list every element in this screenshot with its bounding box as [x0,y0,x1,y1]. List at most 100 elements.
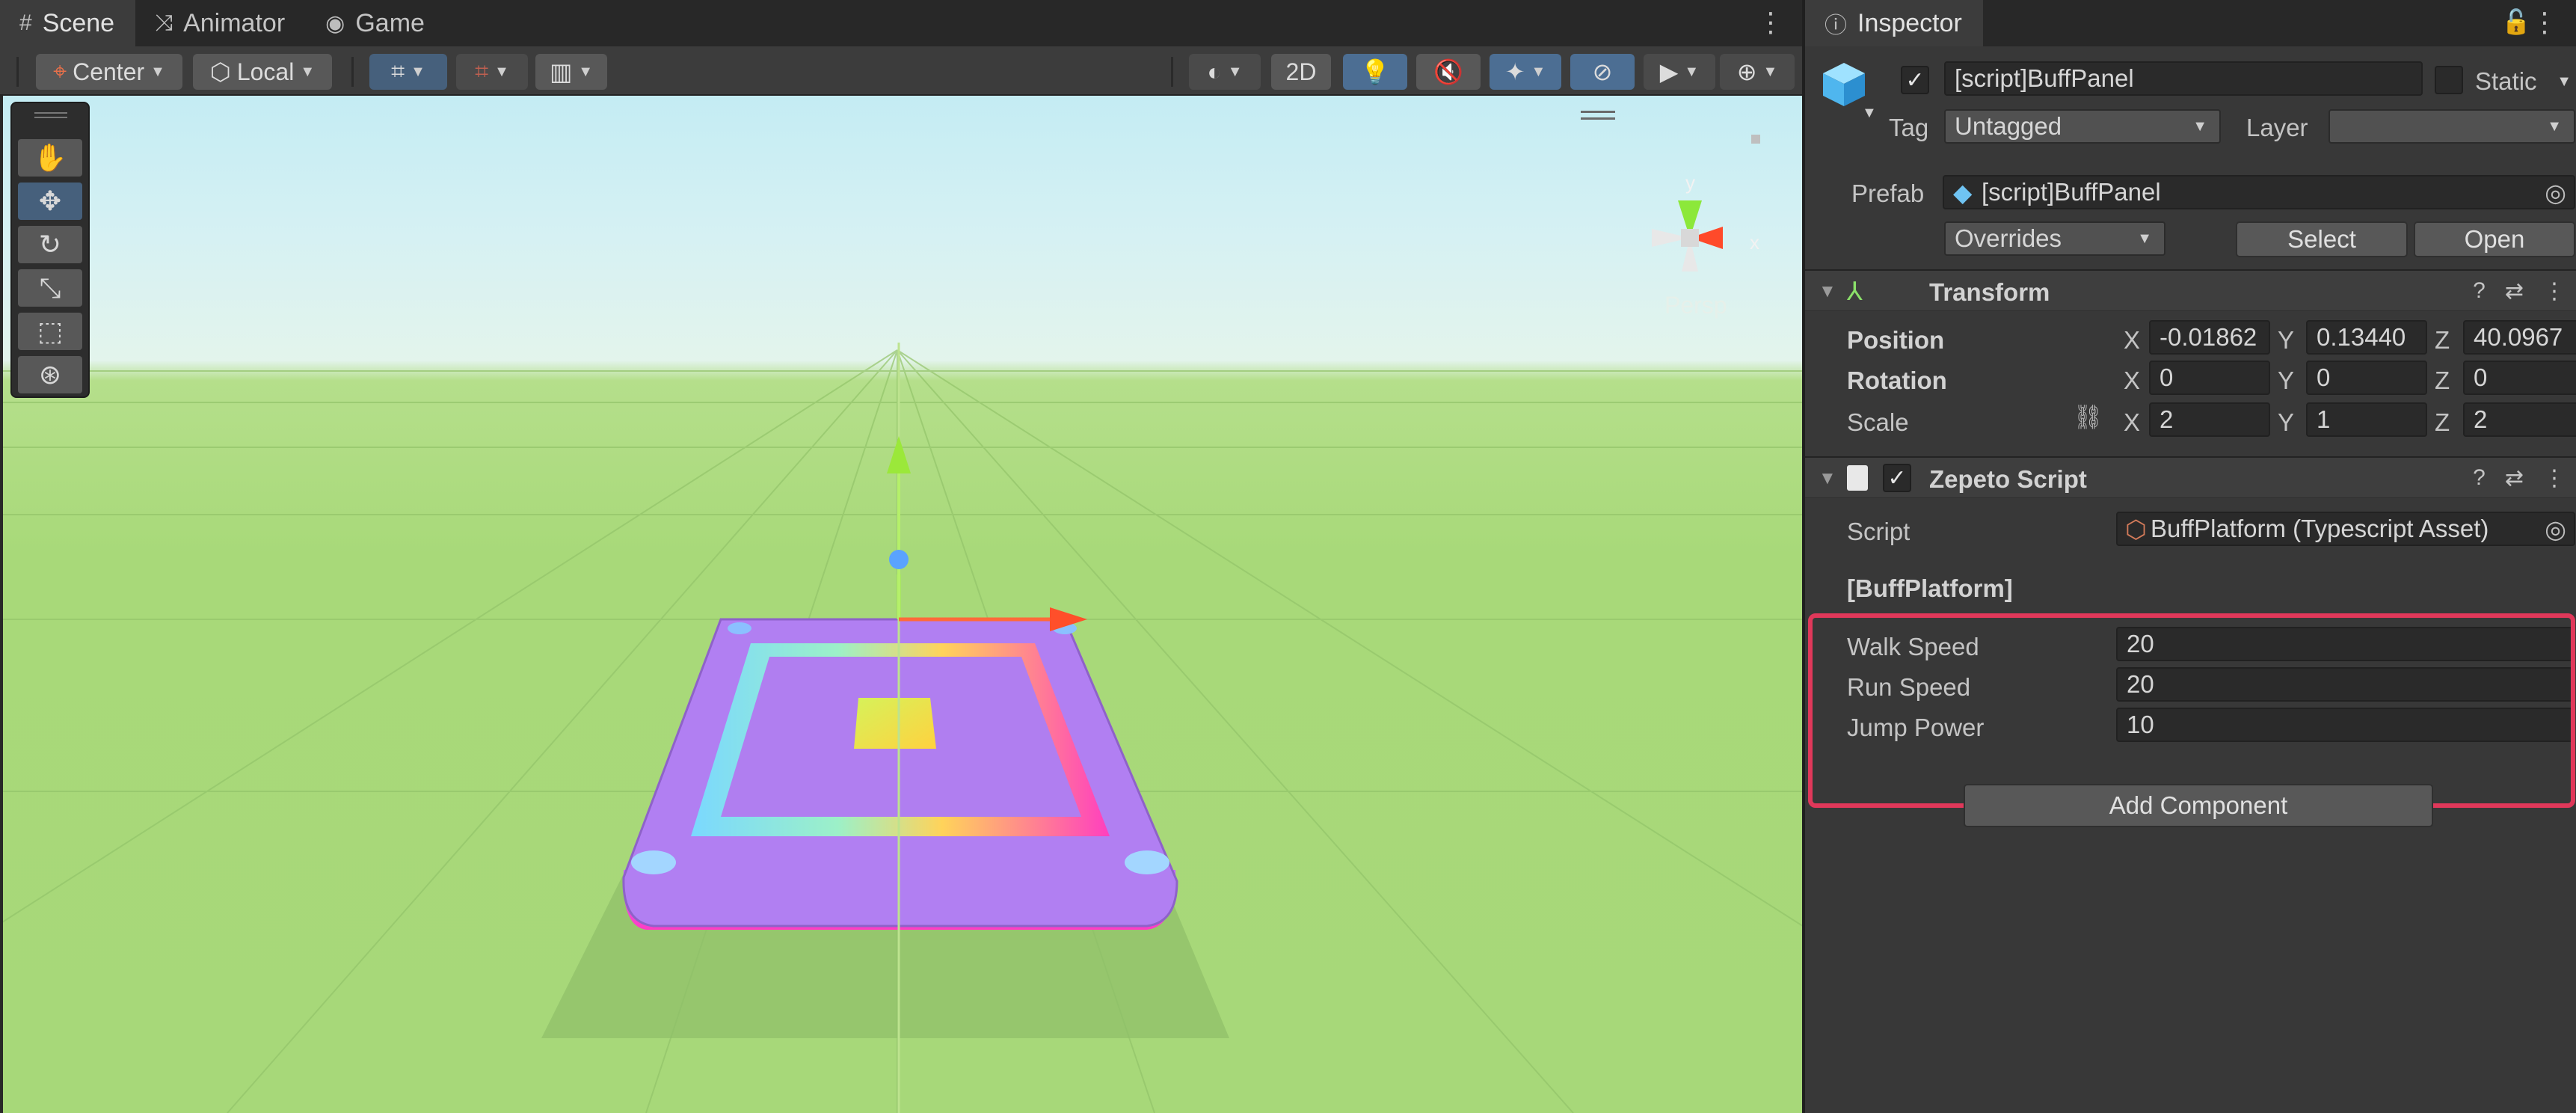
chevron-down-icon: ▼ [2192,117,2207,135]
gizmos-button[interactable]: ⊕ ▼ [1720,54,1795,90]
tab-game-label: Game [355,8,425,37]
overrides-dropdown[interactable]: Overrides ▼ [1944,221,2165,256]
object-picker-icon[interactable]: ◎ [2545,515,2566,544]
tag-value: Untagged [1955,112,2062,140]
chevron-down-icon: ▼ [1227,63,1243,80]
prefab-field[interactable]: ◆ [script]BuffPanel ◎ [1943,175,2575,209]
presets-icon[interactable]: ⇄ [2505,465,2524,491]
tab-inspector[interactable]: ⓘ Inspector [1805,0,1983,46]
object-name-field[interactable]: [script]BuffPanel [1944,61,2423,96]
component-header-icons: ? ⇄ ⋮ [2473,465,2566,491]
transform-tool-button[interactable]: ⊛ [18,356,82,393]
tab-animator[interactable]: ⤨ Animator [135,0,306,46]
space-local-button[interactable]: ⬡ Local ▼ [193,54,332,90]
active-checkbox[interactable]: ✓ [1901,66,1929,94]
chevron-down-icon: ▼ [1684,63,1700,80]
gizmo-globe-icon: ⊕ [1736,58,1757,85]
toolbar-grip [16,57,19,87]
script-enabled-checkbox[interactable]: ✓ [1883,464,1911,492]
static-checkbox[interactable] [2435,66,2463,94]
icon-dropdown-icon[interactable]: ▼ [1862,105,1877,122]
lighting-toggle-button[interactable]: 💡 [1343,54,1407,90]
move-arrows-icon: ✥ [38,186,62,216]
audio-toggle-button[interactable]: 🔇 [1416,54,1481,90]
camera-projection-label[interactable]: Persp [1664,292,1727,319]
scene-panel: # Scene ⤨ Animator ◉ Game ⋮ ⌖ Center ▼ ⬡… [0,0,1802,1113]
camera-settings-button[interactable]: ▶ ▼ [1644,54,1715,90]
scene-tab-bar: # Scene ⤨ Animator ◉ Game ⋮ [0,0,1802,46]
prefab-select-button[interactable]: Select [2236,221,2408,257]
scale-z-field[interactable]: 2 [2463,402,2576,437]
tab-scene[interactable]: # Scene [0,0,136,46]
tag-dropdown[interactable]: Untagged ▼ [1944,109,2221,144]
increment-snap-button[interactable]: ⌗ ▼ [456,54,528,90]
script-label: Script [1847,518,1911,545]
axis-y-label: Y [2278,367,2295,394]
transform-header[interactable]: ▼ ⅄ Transform ? ⇄ ⋮ [1805,269,2576,311]
axis-y-label: Y [2278,326,2295,354]
move-tool-button[interactable]: ✥ [18,183,82,220]
add-component-button[interactable]: Add Component [1964,784,2433,827]
position-y-field[interactable]: 0.13440 [2306,320,2427,355]
prefab-label: Prefab [1851,180,1925,207]
help-icon[interactable]: ? [2473,278,2486,304]
scale-x-field[interactable]: 2 [2149,402,2270,437]
position-label: Position [1847,326,1945,354]
effects-toggle-button[interactable]: ✦ ▼ [1490,54,1561,90]
cube-icon [1820,60,1868,108]
grid-visibility-button[interactable]: ▥ ▼ [535,54,607,90]
position-x-field[interactable]: -0.01862 [2149,320,2270,355]
hand-tool-button[interactable]: ✋ [18,139,82,177]
help-icon[interactable]: ? [2473,465,2486,491]
draw-mode-button[interactable]: ◐ ▼ [1189,54,1261,90]
viewport-menu-icon[interactable] [1581,111,1615,120]
script-asset-field[interactable]: ⬡ BuffPlatform (Typescript Asset) ◎ [2116,512,2575,546]
scene-visibility-button[interactable]: ⊘ [1570,54,1635,90]
prefab-open-button[interactable]: Open [2414,221,2575,257]
gizmo-y-label: y [1685,171,1695,194]
rotate-tool-button[interactable]: ↻ [18,226,82,263]
hand-icon: ✋ [33,142,67,173]
tab-game[interactable]: ◉ Game [306,0,446,46]
scale-tool-button[interactable]: ⤡ [18,269,82,307]
transform-all-icon: ⊛ [38,359,62,390]
component-menu-icon[interactable]: ⋮ [2543,465,2566,491]
pivot-center-button[interactable]: ⌖ Center ▼ [36,54,182,90]
inspector-panel: ⓘ Inspector 🔓 ⋮ ▼ ✓ [script]BuffPanel St… [1802,0,2576,1113]
rotation-z-field[interactable]: 0 [2463,361,2576,395]
typescript-asset-icon: ⬡ [2125,515,2147,543]
palette-grip[interactable] [34,112,67,118]
lock-icon[interactable]: 🔓 [2501,7,2531,36]
toggle-2d-label: 2D [1285,58,1317,85]
zepeto-script-header[interactable]: ▼ ✓ Zepeto Script ? ⇄ ⋮ [1805,456,2576,498]
chevron-down-icon: ▼ [300,63,316,80]
grid-snap-button[interactable]: ⌗ ▼ [369,54,447,90]
chevron-down-icon: ▼ [150,63,165,80]
scene-viewport[interactable]: y x Persp ✋ ✥ ↻ ⤡ ⬚ ⊛ [3,96,1802,1113]
more-options-icon[interactable]: ⋮ [2531,7,2558,37]
object-picker-icon[interactable]: ◎ [2545,178,2566,207]
layer-label: Layer [2246,114,2308,141]
position-z-field[interactable]: 40.0967 [2463,320,2576,355]
axis-x-label: X [2124,326,2141,354]
overrides-label: Overrides [1955,224,2062,252]
scale-y-field[interactable]: 1 [2306,402,2427,437]
space-local-label: Local [236,58,295,85]
rotation-y-field[interactable]: 0 [2306,361,2427,395]
presets-icon[interactable]: ⇄ [2505,278,2524,304]
rotation-x-field[interactable]: 0 [2149,361,2270,395]
scene-toolbar: ⌖ Center ▼ ⬡ Local ▼ ⌗ ▼ ⌗ ▼ ▥ ▼ ◐ ▼ 2D [0,46,1802,96]
rotation-label: Rotation [1847,367,1947,394]
link-scale-icon[interactable]: ⛓ [2073,402,2103,431]
prefab-value: [script]BuffPanel [1982,178,2161,206]
toggle-2d-button[interactable]: 2D [1271,54,1331,90]
static-dropdown-icon[interactable]: ▼ [2557,73,2572,91]
chevron-down-icon: ▼ [578,63,594,80]
tab-inspector-label: Inspector [1857,8,1962,37]
layer-dropdown[interactable]: ▼ [2328,109,2575,144]
scale-icon: ⤡ [39,272,61,303]
more-options-icon[interactable]: ⋮ [1757,7,1784,37]
rect-tool-button[interactable]: ⬚ [18,313,82,350]
script-section-title: [BuffPlatform] [1847,574,2013,602]
component-menu-icon[interactable]: ⋮ [2543,278,2566,304]
